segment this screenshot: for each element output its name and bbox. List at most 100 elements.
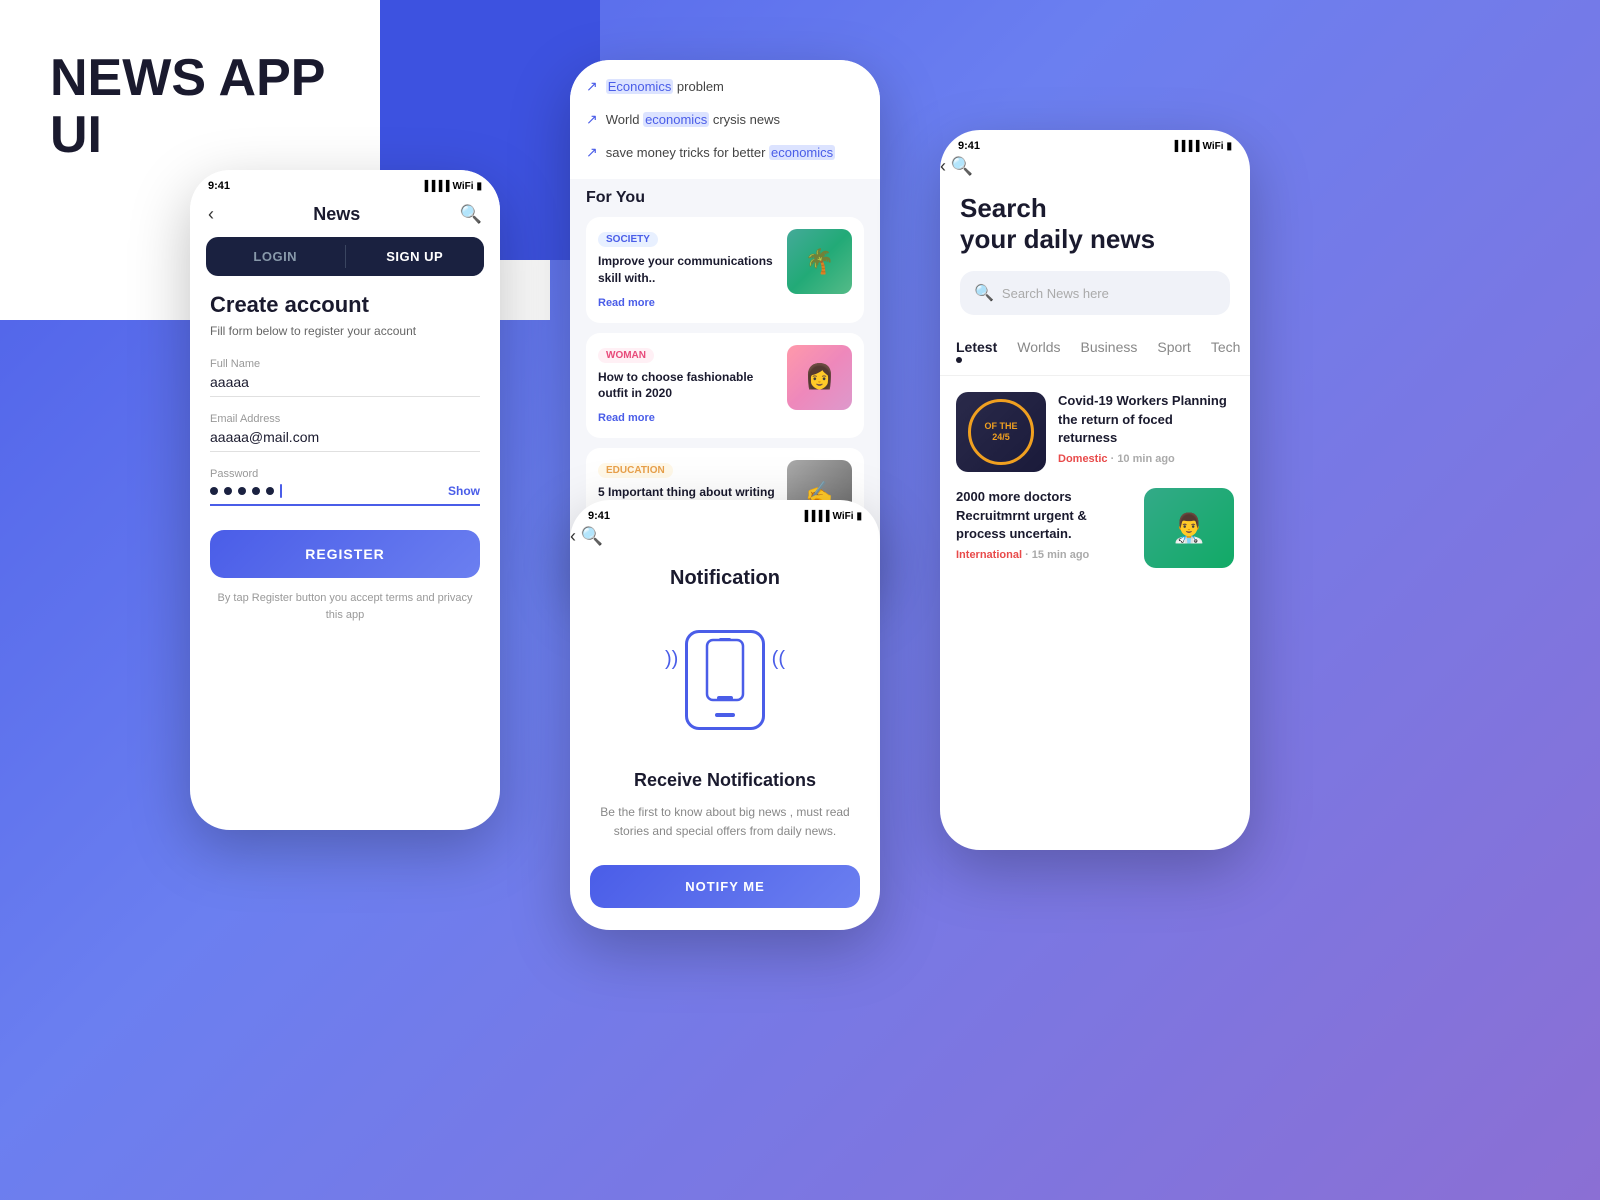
register-subtitle: Fill form below to register your account — [210, 324, 480, 338]
dot-5 — [266, 487, 274, 495]
suggestion-text-3: save money tricks for better economics — [606, 145, 835, 160]
register-button[interactable]: REGISTER — [210, 530, 480, 578]
wifi-icon-s: WiFi — [1202, 141, 1223, 152]
suggestion-text-1: Economics problem — [606, 79, 724, 94]
news-meta-doctors: International · 15 min ago — [956, 549, 1132, 561]
news-title-covid: Covid-19 Workers Planning the return of … — [1058, 392, 1234, 447]
news-img-woman — [787, 345, 852, 410]
search-header: Search your daily news 🔍 Search News her… — [940, 177, 1250, 331]
email-value: aaaaa@mail.com — [210, 429, 480, 452]
register-form: Create account Fill form below to regist… — [190, 292, 500, 623]
news-card-content-society: SOCIETY Improve your communications skil… — [598, 229, 777, 311]
read-more-woman[interactable]: Read more — [598, 412, 655, 424]
arrow-icon-2: ↗ — [586, 111, 598, 128]
status-time-register: 9:41 — [208, 180, 230, 192]
dot-4 — [252, 487, 260, 495]
news-item-doctors[interactable]: 2000 more doctors Recruitmrnt urgent & p… — [956, 488, 1234, 568]
wave-left-icon: )) — [665, 648, 678, 671]
arrow-icon-1: ↗ — [586, 78, 598, 95]
cursor — [280, 484, 282, 498]
fullname-label: Full Name — [210, 358, 480, 370]
search-box-icon: 🔍 — [974, 283, 994, 303]
tab-sport[interactable]: Sport — [1157, 339, 1190, 359]
news-content-covid: Covid-19 Workers Planning the return of … — [1058, 392, 1234, 465]
tab-business[interactable]: Business — [1081, 339, 1138, 359]
show-password-button[interactable]: Show — [448, 484, 480, 498]
news-title-doctors: 2000 more doctors Recruitmrnt urgent & p… — [956, 488, 1132, 543]
covid-image: OF THE24/5 — [956, 392, 1046, 472]
news-time-doctors: · 15 min ago — [1025, 549, 1089, 561]
news-img-doctors: 👨‍⚕️ — [1144, 488, 1234, 568]
tab-bar-register: LOGIN SIGN UP — [206, 237, 484, 276]
suggestion-1[interactable]: ↗ Economics problem — [586, 70, 864, 103]
register-title: Create account — [210, 292, 480, 318]
suggestion-2[interactable]: ↗ World economics crysis news — [586, 103, 864, 136]
news-item-covid[interactable]: OF THE24/5 Covid-19 Workers Planning the… — [956, 392, 1234, 472]
phone-register: 9:41 ▐▐▐▐ WiFi ▮ ‹ News 🔍 LOGIN SIGN UP … — [190, 170, 500, 830]
news-category-doctors: International — [956, 549, 1022, 561]
news-title-woman: How to choose fashionable outfit in 2020 — [598, 369, 777, 403]
page-container: NEWS APP UI 9:41 ▐▐▐▐ WiFi ▮ ‹ News 🔍 LO… — [0, 0, 1600, 1200]
news-time-covid: · 10 min ago — [1111, 453, 1175, 465]
arrow-icon-3: ↗ — [586, 144, 598, 161]
news-img-society — [787, 229, 852, 294]
search-icon-register[interactable]: 🔍 — [460, 204, 482, 225]
status-icons-notification: ▐▐▐▐ WiFi ▮ — [801, 511, 862, 522]
tab-letest[interactable]: Letest — [956, 339, 997, 359]
status-icons-search: ▐▐▐▐ WiFi ▮ — [1171, 141, 1232, 152]
nav-bar-notification: ‹ 🔍 — [570, 526, 880, 547]
battery-icon-s: ▮ — [1226, 141, 1232, 152]
read-more-society[interactable]: Read more — [598, 297, 655, 309]
page-title-line1: NEWS APP — [50, 50, 325, 107]
tab-login[interactable]: LOGIN — [206, 237, 345, 276]
notification-body: Notification )) (( Receive Notifications… — [570, 547, 880, 928]
search-title-line1: Search — [960, 193, 1047, 223]
news-card-society[interactable]: SOCIETY Improve your communications skil… — [586, 217, 864, 323]
news-card-woman[interactable]: WOMAN How to choose fashionable outfit i… — [586, 333, 864, 439]
password-row: Show — [210, 484, 480, 506]
terms-text: By tap Register button you accept terms … — [210, 590, 480, 623]
search-box[interactable]: 🔍 Search News here — [960, 271, 1230, 315]
phone-icon — [685, 630, 765, 730]
back-button-register[interactable]: ‹ — [208, 204, 214, 225]
password-field[interactable]: Password Show — [210, 468, 480, 506]
notify-me-button[interactable]: NOTIFY ME — [590, 865, 860, 908]
status-icons-register: ▐▐▐▐ WiFi ▮ — [421, 181, 482, 192]
news-title-society: Improve your communications skill with.. — [598, 253, 777, 287]
tab-signup[interactable]: SIGN UP — [346, 237, 485, 276]
woman-image — [787, 345, 852, 410]
status-time-notification: 9:41 — [588, 510, 610, 522]
email-field[interactable]: Email Address aaaaa@mail.com — [210, 413, 480, 452]
back-button-notification[interactable]: ‹ — [570, 526, 576, 546]
email-label: Email Address — [210, 413, 480, 425]
battery-icon: ▮ — [476, 181, 482, 192]
nav-title-register: News — [313, 204, 360, 225]
back-button-search[interactable]: ‹ — [940, 156, 946, 176]
search-icon-notification[interactable]: 🔍 — [580, 526, 602, 546]
dot-1 — [210, 487, 218, 495]
tab-worlds[interactable]: Worlds — [1017, 339, 1060, 359]
tab-tech[interactable]: Tech — [1211, 339, 1241, 359]
nav-bar-search: ‹ 🔍 — [940, 156, 1250, 177]
news-category-covid: Domestic — [1058, 453, 1108, 465]
suggestion-3[interactable]: ↗ save money tricks for better economics — [586, 136, 864, 169]
status-bar-register: 9:41 ▐▐▐▐ WiFi ▮ — [190, 170, 500, 196]
search-title-line2: your daily news — [960, 224, 1155, 254]
search-news-list: OF THE24/5 Covid-19 Workers Planning the… — [940, 376, 1250, 600]
nav-bar-register: ‹ News 🔍 — [190, 196, 500, 237]
receive-notifications-desc: Be the first to know about big news , mu… — [590, 803, 860, 841]
for-you-title: For You — [586, 189, 864, 207]
news-meta-covid: Domestic · 10 min ago — [1058, 453, 1234, 465]
signal-icon-s: ▐▐▐▐ — [1171, 141, 1199, 152]
fullname-value: aaaaa — [210, 374, 480, 397]
fullname-field[interactable]: Full Name aaaaa — [210, 358, 480, 397]
tag-society: SOCIETY — [598, 232, 658, 247]
tag-education: EDUCATION — [598, 463, 673, 478]
search-icon-search[interactable]: 🔍 — [950, 156, 972, 176]
page-title: NEWS APP UI — [50, 50, 325, 164]
news-img-covid: OF THE24/5 — [956, 392, 1046, 472]
news-card-content-woman: WOMAN How to choose fashionable outfit i… — [598, 345, 777, 427]
news-content-doctors: 2000 more doctors Recruitmrnt urgent & p… — [956, 488, 1132, 561]
signal-icon: ▐▐▐▐ — [421, 181, 449, 192]
phone-icon-container: )) (( — [665, 620, 785, 740]
